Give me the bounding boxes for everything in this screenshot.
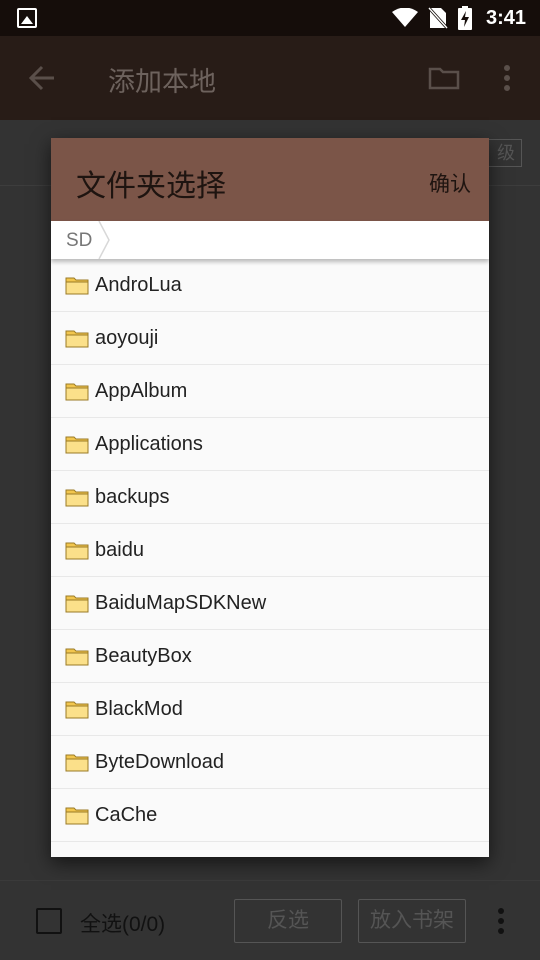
chevron-right-icon [98, 221, 110, 259]
folder-name: baidu [95, 539, 144, 561]
folder-icon [65, 648, 89, 666]
confirm-button[interactable]: 确认 [429, 168, 471, 198]
folder-icon [65, 701, 89, 719]
select-all-label[interactable]: 全选(0/0) [80, 908, 165, 938]
dialog-title: 文件夹选择 [76, 170, 226, 203]
more-vertical-icon[interactable] [502, 64, 512, 92]
folder-list-item[interactable]: BlackMod [51, 683, 489, 736]
folder-name: AppAlbum [95, 380, 188, 402]
folder-name: aoyouji [95, 327, 159, 349]
folder-name: BeautyBox [95, 645, 192, 667]
folder-icon [65, 489, 89, 507]
folder-icon[interactable] [428, 66, 460, 90]
folder-name: AndroLua [95, 274, 182, 296]
folder-list-item[interactable]: backups [51, 471, 489, 524]
breadcrumb-item-sd[interactable]: SD [51, 221, 111, 259]
folder-select-dialog: 文件夹选择 确认 SD AndroLua aoyouji AppAlbum Ap… [51, 138, 489, 857]
folder-list-item[interactable]: BeautyBox [51, 630, 489, 683]
folder-name: BlackMod [95, 698, 183, 720]
folder-icon [65, 330, 89, 348]
no-sim-icon [427, 7, 448, 29]
folder-icon [65, 754, 89, 772]
wifi-icon [391, 8, 418, 27]
folder-list-item[interactable]: AppAlbum [51, 365, 489, 418]
folder-icon [65, 807, 89, 825]
breadcrumb-label: SD [66, 230, 93, 251]
folder-list: AndroLua aoyouji AppAlbum Applications b… [51, 259, 489, 842]
folder-icon [65, 595, 89, 613]
folder-icon [65, 277, 89, 295]
more-vertical-icon[interactable] [496, 907, 506, 935]
status-bar: 3:41 [0, 0, 540, 36]
page-title: 添加本地 [108, 67, 216, 97]
status-icons: 3:41 [391, 0, 526, 36]
folder-list-item[interactable]: ByteDownload [51, 736, 489, 789]
folder-icon [65, 383, 89, 401]
folder-name: BaiduMapSDKNew [95, 592, 267, 614]
folder-name: backups [95, 486, 170, 508]
folder-icon [65, 542, 89, 560]
back-arrow-icon[interactable] [28, 64, 56, 92]
select-all-checkbox[interactable] [36, 908, 62, 934]
folder-list-item[interactable]: baidu [51, 524, 489, 577]
invert-selection-button[interactable]: 反选 [234, 899, 342, 943]
folder-list-item[interactable]: aoyouji [51, 312, 489, 365]
app-bar: 添加本地 [0, 36, 540, 120]
folder-name: CaChe [95, 804, 158, 826]
image-notification-icon [17, 8, 37, 28]
folder-list-item[interactable]: Applications [51, 418, 489, 471]
clock-time: 3:41 [485, 6, 526, 29]
folder-list-item[interactable]: BaiduMapSDKNew [51, 577, 489, 630]
folder-list-item[interactable]: CaChe [51, 789, 489, 842]
folder-icon [65, 436, 89, 454]
folder-list-item[interactable]: AndroLua [51, 259, 489, 312]
bottom-bar: 全选(0/0) 反选 放入书架 [0, 880, 540, 960]
folder-name: Applications [95, 433, 203, 455]
battery-charging-icon [457, 6, 472, 30]
dialog-header: 文件夹选择 确认 [51, 138, 489, 221]
add-to-shelf-button[interactable]: 放入书架 [358, 899, 466, 943]
breadcrumb: SD [51, 221, 489, 259]
folder-name: ByteDownload [95, 751, 224, 773]
